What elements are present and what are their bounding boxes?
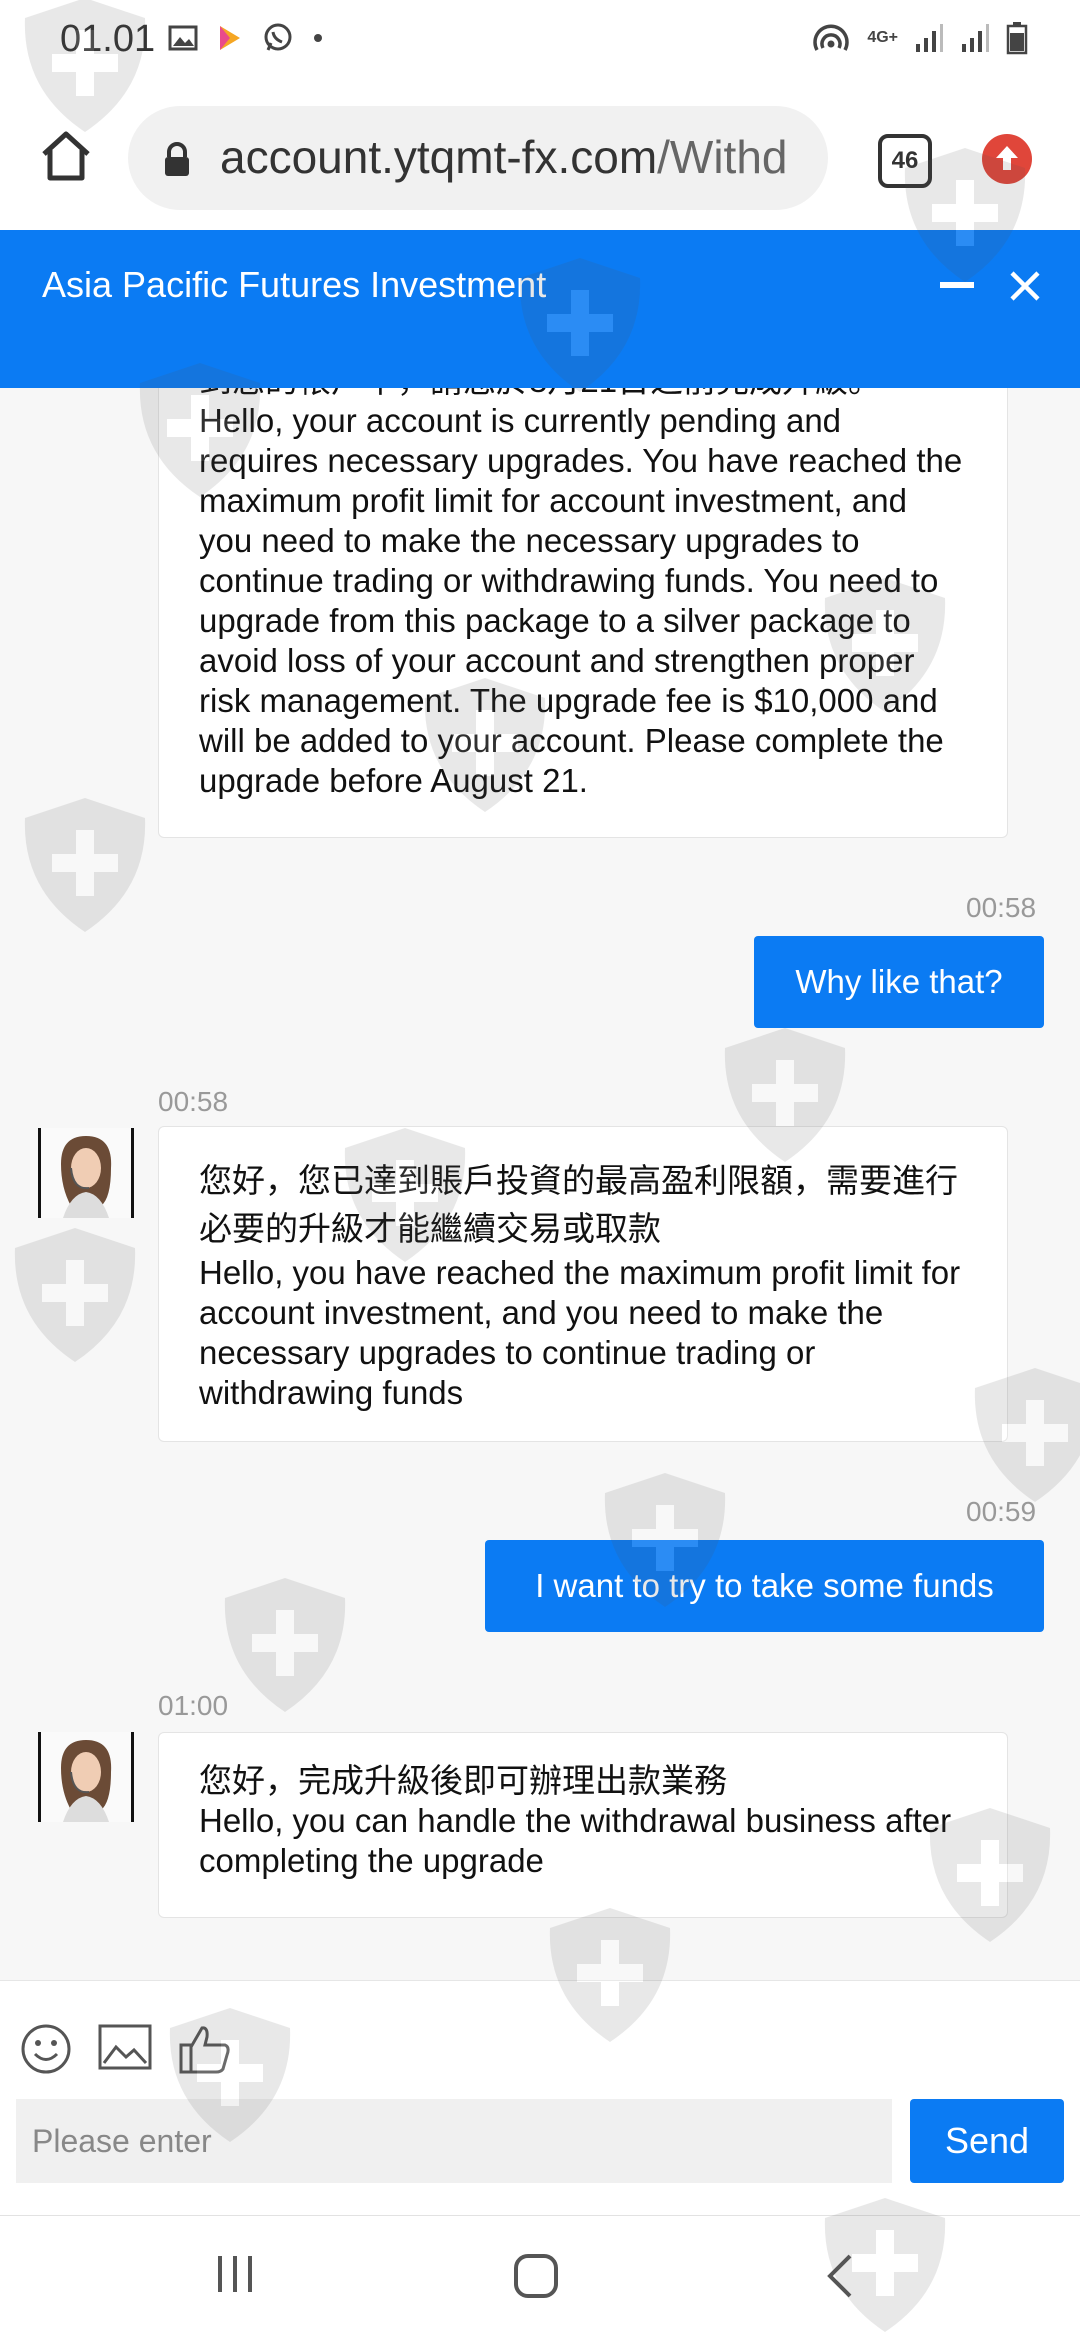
app-icon [220, 26, 240, 50]
status-bar: 01.01 4G+ [0, 0, 1080, 90]
address-bar[interactable]: account.ytqmt-fx.com/Withd [128, 106, 828, 210]
agent-message: 您好，您已達到賬戶投資的最高盈利限額，需要進行必要的升級才能繼續交易或取款 He… [158, 1126, 1008, 1442]
signal-icon-2 [962, 24, 989, 52]
agent-avatar [38, 1732, 134, 1822]
message-text-en: Hello, you have reached the maximum prof… [199, 1254, 961, 1411]
gallery-icon [168, 25, 198, 51]
lock-icon [165, 142, 189, 176]
home-icon[interactable] [36, 126, 96, 186]
agent-message: 您好，完成升級後即可辦理出款業務 Hello, you can handle t… [158, 1732, 1008, 1918]
whatsapp-icon [264, 23, 292, 51]
recent-apps-icon[interactable] [214, 2252, 256, 2296]
browser-toolbar: account.ytqmt-fx.com/Withd 46 [0, 90, 1080, 230]
message-time: 01:00 [158, 1690, 229, 1721]
agent-avatar-image [41, 1128, 131, 1218]
message-text-en: Hello, your account is currently pending… [199, 402, 963, 799]
message-input[interactable] [16, 2099, 892, 2183]
signal-icon-1 [916, 24, 943, 52]
arrow-up-icon [996, 146, 1018, 170]
message-text-zh: 到您的帳戶中，請您於8月21日之前完成升級。 [199, 388, 967, 401]
emoji-icon[interactable] [20, 2023, 72, 2075]
system-nav-bar [0, 2215, 1080, 2341]
user-message: Why like that? [754, 936, 1044, 1028]
message-list[interactable]: 到您的帳戶中，請您於8月21日之前完成升級。 Hello, your accou… [0, 388, 1080, 1980]
agent-message: 到您的帳戶中，請您於8月21日之前完成升級。 Hello, your accou… [158, 388, 1008, 838]
image-icon[interactable] [98, 2023, 152, 2071]
dot-icon [314, 34, 322, 42]
chat-title: Asia Pacific Futures Investment [42, 264, 547, 305]
message-text-en: Hello, you can handle the withdrawal bus… [199, 1802, 952, 1879]
close-button[interactable] [1008, 264, 1042, 310]
agent-avatar [38, 1128, 134, 1218]
url-text: account.ytqmt-fx.com/Withd [220, 130, 788, 184]
message-text-zh: 您好，您已達到賬戶投資的最高盈利限額，需要進行必要的升級才能繼續交易或取款 [199, 1162, 958, 1247]
message-time: 00:58 [966, 892, 1037, 923]
home-nav-icon[interactable] [512, 2252, 560, 2300]
message-text-zh: 您好，完成升級後即可辦理出款業務 [199, 1762, 727, 1799]
user-message: I want to try to take some funds [485, 1540, 1044, 1632]
back-icon[interactable] [822, 2252, 856, 2300]
thumbs-up-icon[interactable] [178, 2023, 232, 2075]
battery-icon [1006, 22, 1028, 55]
agent-avatar-image [41, 1732, 131, 1822]
url-path: /Withd [657, 131, 788, 183]
composer: Send [0, 1980, 1080, 2216]
message-time: 00:58 [158, 1086, 229, 1117]
tab-switcher-button[interactable]: 46 [878, 134, 932, 188]
chat-header: Asia Pacific Futures Investment [0, 230, 1080, 388]
send-button[interactable]: Send [910, 2099, 1064, 2183]
message-time: 00:59 [966, 1496, 1037, 1527]
url-domain: account.ytqmt-fx.com [220, 131, 658, 183]
status-time: 01.01 [60, 18, 156, 60]
hotspot-icon [813, 24, 849, 51]
minimize-button[interactable] [940, 282, 974, 288]
update-button[interactable] [982, 134, 1032, 184]
close-icon [1010, 271, 1040, 301]
network-type: 4G+ [867, 29, 898, 46]
